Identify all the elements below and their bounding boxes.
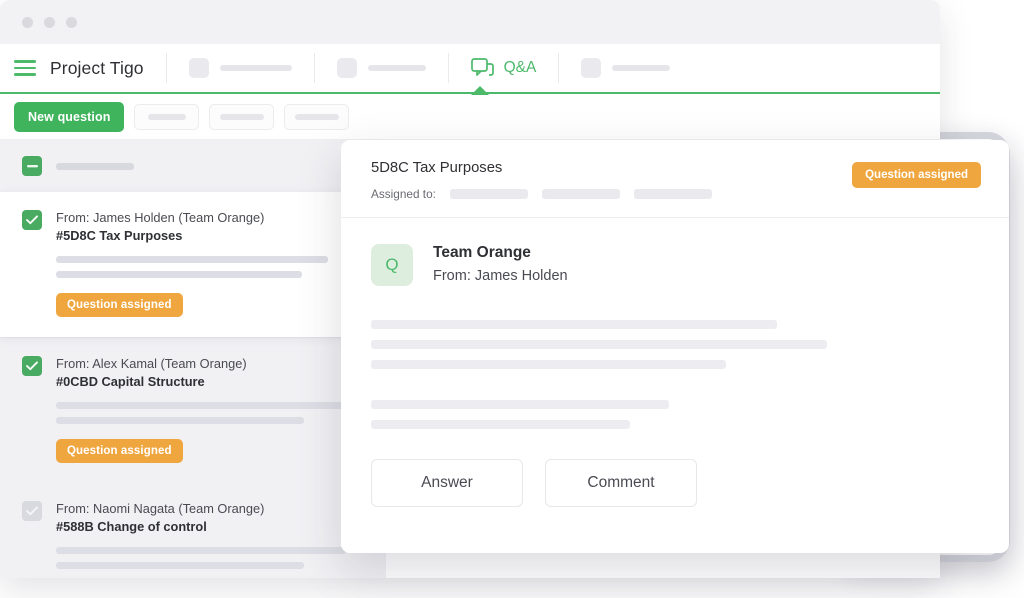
- question-detail-modal: 5D8C Tax Purposes Assigned to: Question …: [341, 140, 1009, 553]
- tab-placeholder-4[interactable]: [559, 43, 692, 93]
- author-from: From: James Holden: [433, 268, 568, 284]
- status-badge: Question assigned: [56, 439, 183, 463]
- question-list-pane: From: James Holden (Team Orange) #5D8C T…: [0, 140, 386, 578]
- questions-toolbar: New question: [0, 94, 940, 140]
- answer-button[interactable]: Answer: [371, 459, 523, 507]
- placeholder-square-icon: [189, 58, 209, 78]
- new-question-button[interactable]: New question: [14, 102, 124, 132]
- list-item-from: From: James Holden (Team Orange): [56, 210, 364, 225]
- assignee-pill[interactable]: [634, 189, 712, 199]
- select-all-checkbox[interactable]: [22, 156, 42, 176]
- modal-actions: Answer Comment: [371, 459, 979, 507]
- placeholder-square-icon: [337, 58, 357, 78]
- page-title: Project Tigo: [50, 58, 166, 79]
- question-checkbox[interactable]: [22, 501, 42, 521]
- filter-button-2[interactable]: [209, 104, 274, 130]
- hamburger-icon[interactable]: [14, 60, 36, 76]
- list-item-from: From: Alex Kamal (Team Orange): [56, 356, 364, 371]
- comment-button[interactable]: Comment: [545, 459, 697, 507]
- filter-label-skeleton: [295, 114, 339, 120]
- modal-body: Q Team Orange From: James Holden Answer …: [341, 218, 1009, 507]
- question-checkbox[interactable]: [22, 356, 42, 376]
- author-team: Team Orange: [433, 244, 568, 262]
- list-item-reference: #5D8C Tax Purposes: [56, 228, 364, 243]
- tab-placeholder-2[interactable]: [315, 43, 448, 93]
- tab-label-skeleton: [220, 65, 292, 71]
- status-badge: Question assigned: [56, 293, 183, 317]
- tab-qa[interactable]: Q&A: [449, 43, 559, 93]
- maximize-icon[interactable]: [66, 17, 77, 28]
- active-tab-caret: [471, 86, 489, 95]
- list-group-header: [0, 140, 386, 192]
- list-item[interactable]: From: Alex Kamal (Team Orange) #0CBD Cap…: [0, 338, 386, 483]
- close-icon[interactable]: [22, 17, 33, 28]
- speech-bubble-icon: [471, 58, 494, 78]
- list-item[interactable]: From: Naomi Nagata (Team Orange) #588B C…: [0, 483, 386, 578]
- filter-label-skeleton: [148, 114, 186, 120]
- screenshot-stage: Project Tigo: [0, 0, 1024, 598]
- filter-button-3[interactable]: [284, 104, 349, 130]
- minimize-icon[interactable]: [44, 17, 55, 28]
- filter-button-1[interactable]: [134, 104, 199, 130]
- modal-header: 5D8C Tax Purposes Assigned to: Question …: [341, 140, 1009, 218]
- assignee-pill[interactable]: [450, 189, 528, 199]
- tab-qa-label: Q&A: [504, 59, 537, 77]
- list-item-from: From: Naomi Nagata (Team Orange): [56, 501, 364, 516]
- tab-label-skeleton: [368, 65, 426, 71]
- list-item-reference: #0CBD Capital Structure: [56, 374, 364, 389]
- list-item-preview-skeleton: [56, 547, 364, 569]
- list-item-preview-skeleton: [56, 256, 364, 278]
- list-item[interactable]: From: James Holden (Team Orange) #5D8C T…: [0, 192, 386, 337]
- question-checkbox[interactable]: [22, 210, 42, 230]
- question-body-skeleton: [371, 320, 979, 429]
- tab-placeholder-1[interactable]: [167, 43, 314, 93]
- avatar: Q: [371, 244, 413, 286]
- assignee-pill[interactable]: [542, 189, 620, 199]
- group-label-skeleton: [56, 163, 134, 170]
- window-titlebar: [0, 0, 940, 44]
- assigned-to-label: Assigned to:: [371, 187, 436, 201]
- list-item-reference: #588B Change of control: [56, 519, 364, 534]
- list-item-preview-skeleton: [56, 402, 364, 424]
- filter-label-skeleton: [220, 114, 264, 120]
- assigned-to-row: Assigned to:: [371, 187, 983, 201]
- placeholder-square-icon: [581, 58, 601, 78]
- author-row: Q Team Orange From: James Holden: [371, 244, 979, 286]
- tab-label-skeleton: [612, 65, 670, 71]
- main-navbar: Project Tigo: [0, 44, 940, 94]
- modal-status-badge: Question assigned: [852, 162, 981, 188]
